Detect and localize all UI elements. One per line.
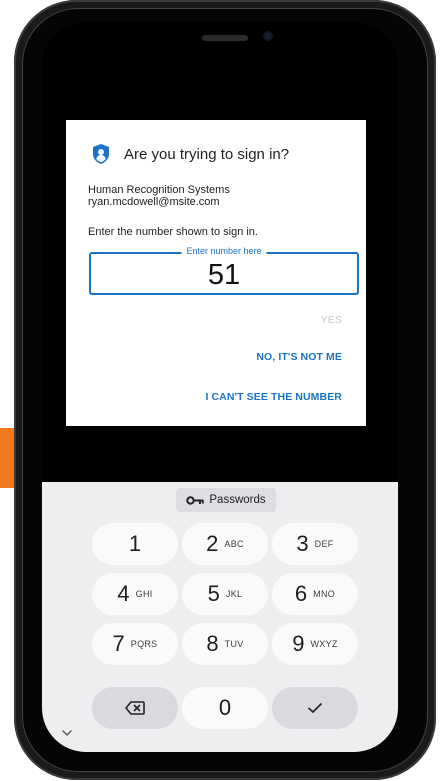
account-email: ryan.mcdowell@msite.com (88, 196, 220, 208)
key-4[interactable]: 4 GHI (92, 573, 178, 615)
key-9[interactable]: 9 WXYZ (272, 623, 358, 665)
key-7[interactable]: 7 PQRS (92, 623, 178, 665)
numeric-keyboard: Passwords 1 2 ABC 3 DEF 4 GHI 5 JKL 6 MN… (42, 482, 398, 752)
key-letters: WXYZ (310, 639, 338, 649)
key-letters: DEF (314, 539, 334, 549)
key-1[interactable]: 1 (92, 523, 178, 565)
key-digit: 1 (128, 531, 142, 556)
key-digit: 7 (112, 631, 125, 656)
not-me-button[interactable]: NO, IT'S NOT ME (256, 351, 342, 363)
chevron-down-icon[interactable] (62, 730, 72, 736)
organization-name: Human Recognition Systems (88, 184, 230, 196)
key-digit: 6 (294, 581, 308, 606)
backspace-icon (125, 701, 145, 715)
backspace-key[interactable] (92, 687, 178, 729)
key-digit: 3 (296, 531, 309, 556)
number-input-value: 51 (207, 259, 241, 291)
dialog-title: Are you trying to sign in? (124, 145, 290, 163)
dialog-header: Are you trying to sign in? (92, 144, 289, 164)
key-digit: 8 (206, 631, 219, 656)
checkmark-icon (308, 703, 322, 713)
enter-key[interactable] (272, 687, 358, 729)
key-letters: TUV (224, 639, 244, 649)
key-digit: 5 (207, 581, 220, 606)
key-letters: PQRS (130, 639, 158, 649)
shield-icon (93, 144, 109, 164)
passwords-label: Passwords (209, 494, 266, 506)
key-digit: 9 (292, 631, 305, 656)
phone-speaker (202, 35, 248, 41)
key-letters: GHI (135, 589, 153, 599)
yes-button[interactable]: YES (321, 314, 342, 326)
key-letters: JKL (225, 589, 243, 599)
number-input[interactable]: Enter number here 51 (89, 246, 359, 295)
key-letters: ABC (224, 539, 244, 549)
key-letters: MNO (313, 589, 336, 599)
cant-see-number-button[interactable]: I CAN'T SEE THE NUMBER (205, 391, 342, 403)
key-8[interactable]: 8 TUV (182, 623, 268, 665)
camera-icon (263, 31, 273, 41)
account-info: Human Recognition Systems ryan.mcdowell@… (88, 184, 230, 208)
key-digit: 0 (218, 695, 232, 720)
sign-in-prompt: Enter the number shown to sign in. (88, 226, 258, 238)
key-digit: 4 (117, 581, 130, 606)
key-2[interactable]: 2 ABC (182, 523, 268, 565)
key-3[interactable]: 3 DEF (272, 523, 358, 565)
key-digit: 2 (206, 531, 219, 556)
key-0[interactable]: 0 (182, 687, 268, 729)
sign-in-dialog: Are you trying to sign in? Human Recogni… (66, 120, 366, 426)
number-input-label: Enter number here (181, 246, 267, 256)
phone-screen: Are you trying to sign in? Human Recogni… (42, 22, 398, 752)
key-6[interactable]: 6 MNO (272, 573, 358, 615)
key-icon (186, 495, 205, 505)
key-5[interactable]: 5 JKL (182, 573, 268, 615)
passwords-suggestion-chip[interactable]: Passwords (176, 488, 276, 512)
